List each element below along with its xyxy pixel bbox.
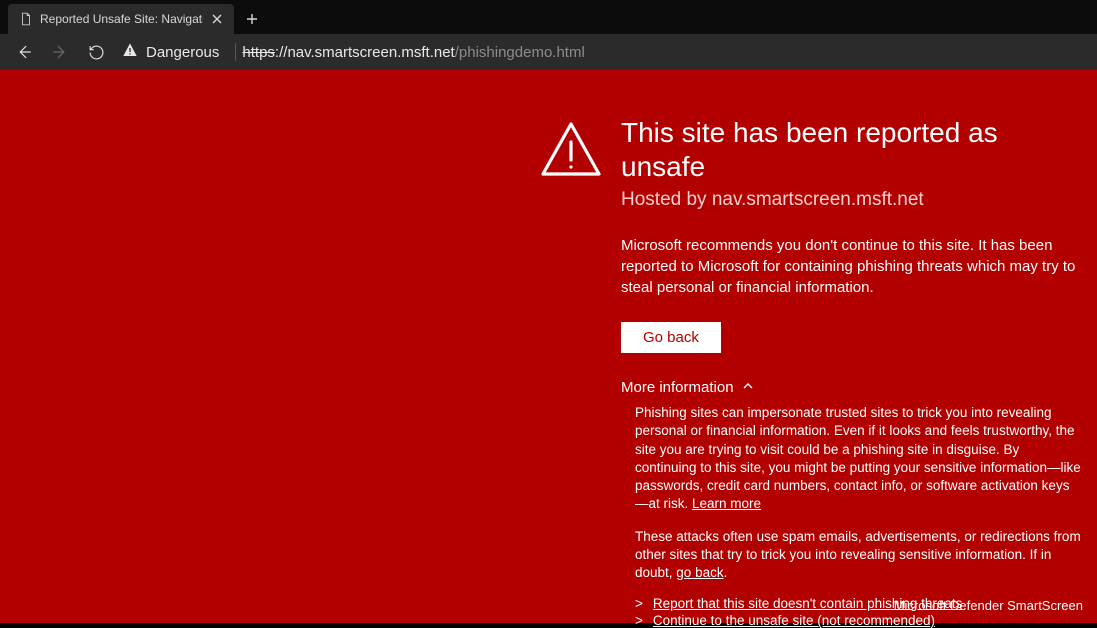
url-host: nav.smartscreen.msft.net	[287, 44, 454, 61]
warning-page: This site has been reported as unsafe Ho…	[0, 70, 1097, 623]
page-icon	[18, 11, 34, 27]
footer-brand: Microsoft Defender SmartScreen	[894, 598, 1083, 613]
chevron-right-icon: >	[635, 596, 643, 611]
detail-paragraph-2b: .	[724, 565, 728, 580]
url-protocol: https	[242, 44, 275, 61]
tab-bar: Reported Unsafe Site: Navigation	[0, 0, 1097, 34]
go-back-link[interactable]: go back	[676, 565, 723, 580]
more-information-toggle[interactable]: More information	[621, 379, 1081, 396]
browser-tab[interactable]: Reported Unsafe Site: Navigation	[8, 4, 234, 34]
url-separator: ://	[275, 44, 288, 61]
site-safety-label: Dangerous	[146, 44, 219, 61]
address-bar[interactable]: https://nav.smartscreen.msft.net/phishin…	[242, 38, 584, 66]
tab-title: Reported Unsafe Site: Navigation	[40, 12, 203, 26]
go-back-button[interactable]: Go back	[621, 322, 721, 353]
warning-subheading: Hosted by nav.smartscreen.msft.net	[621, 189, 1081, 211]
refresh-button[interactable]	[80, 36, 112, 68]
close-tab-icon[interactable]	[209, 11, 224, 27]
warning-body: Microsoft recommends you don't continue …	[621, 235, 1081, 298]
toolbar: Dangerous https://nav.smartscreen.msft.n…	[0, 34, 1097, 70]
chevron-right-icon: >	[635, 613, 643, 628]
warning-triangle-large-icon	[539, 118, 603, 187]
warning-heading: This site has been reported as unsafe	[621, 116, 1081, 183]
back-button[interactable]	[8, 36, 40, 68]
site-safety-badge[interactable]: Dangerous	[116, 38, 229, 66]
toolbar-separator	[235, 43, 236, 61]
chevron-up-icon	[742, 379, 754, 396]
learn-more-link[interactable]: Learn more	[692, 496, 761, 511]
more-information-detail: Phishing sites can impersonate trusted s…	[635, 404, 1081, 582]
warning-triangle-icon	[122, 42, 138, 62]
forward-button[interactable]	[44, 36, 76, 68]
url-path: /phishingdemo.html	[455, 44, 585, 61]
new-tab-button[interactable]	[238, 5, 266, 33]
continue-unsafe-link[interactable]: Continue to the unsafe site (not recomme…	[653, 613, 935, 628]
warning-block: This site has been reported as unsafe Ho…	[621, 116, 1081, 628]
more-information-label: More information	[621, 379, 734, 396]
